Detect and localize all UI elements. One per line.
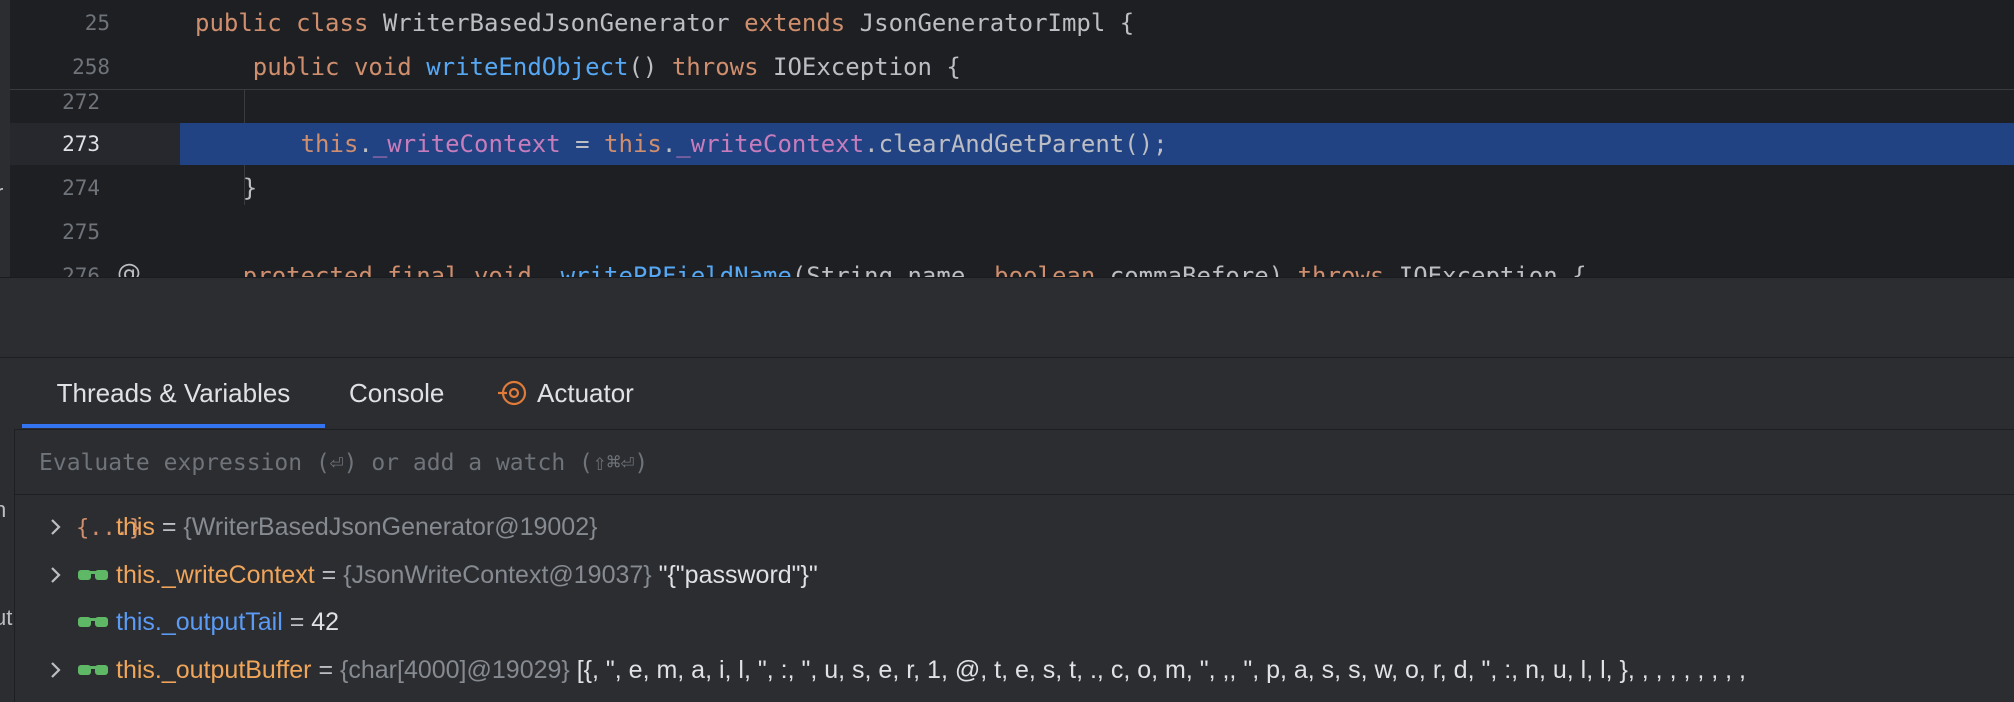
variable-row[interactable]: this._outputBuffer = {char[4000]@19029} … <box>14 647 2014 693</box>
tab-console[interactable]: Console <box>349 358 444 428</box>
code-text: protected final void _writePPFieldName(S… <box>185 256 1587 277</box>
debug-tool-window: Threads & Variables Console Actuator n u… <box>0 357 2014 702</box>
variable-row[interactable]: {...} this = {WriterBasedJsonGenerator@19… <box>14 504 2014 550</box>
object-icon: {...} <box>76 516 143 541</box>
code-token: . <box>358 130 373 158</box>
variable-text: this._outputBuffer = {char[4000]@19029} … <box>116 647 1746 693</box>
variable-row[interactable]: this._writeContext = {JsonWriteContext@1… <box>14 552 2014 598</box>
tab-actuator[interactable]: Actuator <box>497 358 634 428</box>
left-strip-text: n <box>0 497 7 522</box>
line-number[interactable]: 273 <box>10 124 100 164</box>
variable-name: this._writeContext <box>116 561 315 589</box>
code-text: } <box>185 168 257 208</box>
watch-glasses-icon <box>76 599 110 645</box>
code-token: WriterBasedJsonGenerator <box>382 9 745 37</box>
variable-text: this._outputTail = 42 <box>116 599 339 645</box>
variable-name: this <box>116 513 155 541</box>
variable-equals: = <box>311 656 341 684</box>
evaluate-expression-input[interactable] <box>37 430 1941 496</box>
code-token: writeEndObject <box>426 53 629 81</box>
code-token: IOException { <box>773 53 961 81</box>
actuator-icon <box>498 381 527 406</box>
line-number[interactable]: 275 <box>10 212 100 252</box>
variable-reference: {char[4000]@19029} <box>340 656 570 684</box>
variable-equals: = <box>314 561 344 589</box>
code-token: () <box>628 53 672 81</box>
code-token: this <box>185 130 359 158</box>
editor-panel-separator <box>0 277 2014 358</box>
watch-glasses-icon <box>76 647 110 693</box>
left-strip-text: r <box>0 180 3 206</box>
code-token: public void <box>195 53 427 81</box>
code-token: commaBefore) <box>1109 262 1298 277</box>
sticky-scroll-header[interactable]: 25 public class WriterBasedJsonGenerator … <box>10 0 2014 90</box>
code-token: _writeContext <box>372 130 561 158</box>
tab-threads-variables[interactable]: Threads & Variables <box>22 358 325 428</box>
tab-label: Actuator <box>537 378 634 408</box>
code-token: public class <box>195 9 383 37</box>
active-tab-indicator <box>22 424 325 428</box>
variables-left-strip: n ut <box>0 493 15 702</box>
code-token: throws <box>1297 262 1399 277</box>
code-token: (String name, <box>791 262 995 277</box>
variable-value: "{"password"}" <box>651 561 818 589</box>
left-strip-text: ut <box>0 605 13 630</box>
code-token: _writePPFieldName <box>546 262 792 277</box>
line-number[interactable]: 258 <box>20 47 110 87</box>
variable-name: this._outputTail <box>116 608 283 636</box>
variable-reference: {WriterBasedJsonGenerator@19002} <box>183 513 598 541</box>
line-number[interactable]: 276 <box>10 256 100 277</box>
watch-glasses-icon <box>76 552 110 598</box>
variable-name: this._outputBuffer <box>116 656 312 684</box>
code-token: . <box>661 130 677 158</box>
code-editor[interactable]: r 272273 this._writeContext = this._writ… <box>0 0 2014 277</box>
code-line[interactable]: 258 public void writeEndObject() throws … <box>20 47 2014 87</box>
code-token: JsonGeneratorImpl { <box>859 9 1135 37</box>
variable-value: [{, ", e, m, a, i, l, ", :, ", u, s, e, … <box>569 656 1746 684</box>
variable-equals: = <box>154 513 184 541</box>
code-token: protected final void <box>185 262 547 277</box>
code-text: public void writeEndObject() throws IOEx… <box>195 47 961 87</box>
line-number[interactable]: 274 <box>10 168 100 208</box>
chevron-right-icon[interactable] <box>44 647 68 702</box>
code-line[interactable]: 274 } <box>10 168 2014 208</box>
editor-left-strip: r <box>0 0 10 277</box>
current-code-line[interactable]: 273 this._writeContext = this._writeCont… <box>10 124 2014 164</box>
code-token: .clearAndGetParent(); <box>864 130 1168 158</box>
line-number[interactable]: 25 <box>20 3 110 43</box>
code-token: IOException { <box>1398 262 1587 277</box>
code-token: _writeContext <box>676 130 865 158</box>
code-line[interactable]: 275 <box>10 212 2014 252</box>
code-token: this <box>604 130 662 158</box>
tab-label: Console <box>349 378 445 408</box>
code-token: = <box>560 130 605 158</box>
variable-text: this = {WriterBasedJsonGenerator@19002} <box>116 504 597 550</box>
code-token: throws <box>671 53 773 81</box>
code-line[interactable]: 276 protected final void _writePPFieldNa… <box>10 256 2014 277</box>
variable-row[interactable]: this._outputTail = 42 <box>14 599 2014 645</box>
debug-tabs: Threads & Variables Console Actuator <box>0 358 2014 428</box>
variable-value: 42 <box>311 608 340 636</box>
variable-text: this._writeContext = {JsonWriteContext@1… <box>116 552 818 598</box>
tab-label: Threads & Variables <box>56 378 291 408</box>
code-token: extends <box>744 9 860 37</box>
code-token: boolean <box>994 262 1110 277</box>
code-text: public class WriterBasedJsonGenerator ex… <box>195 3 1134 43</box>
code-token: } <box>185 174 258 202</box>
code-line[interactable]: 25 public class WriterBasedJsonGenerator … <box>20 3 2014 43</box>
code-text: this._writeContext = this._writeContext.… <box>185 124 1168 164</box>
variable-reference: {JsonWriteContext@19037} <box>343 561 652 589</box>
evaluate-expression-bar <box>14 429 2014 496</box>
override-annotation-icon[interactable]: @ <box>117 259 141 277</box>
variable-equals: = <box>282 608 312 636</box>
